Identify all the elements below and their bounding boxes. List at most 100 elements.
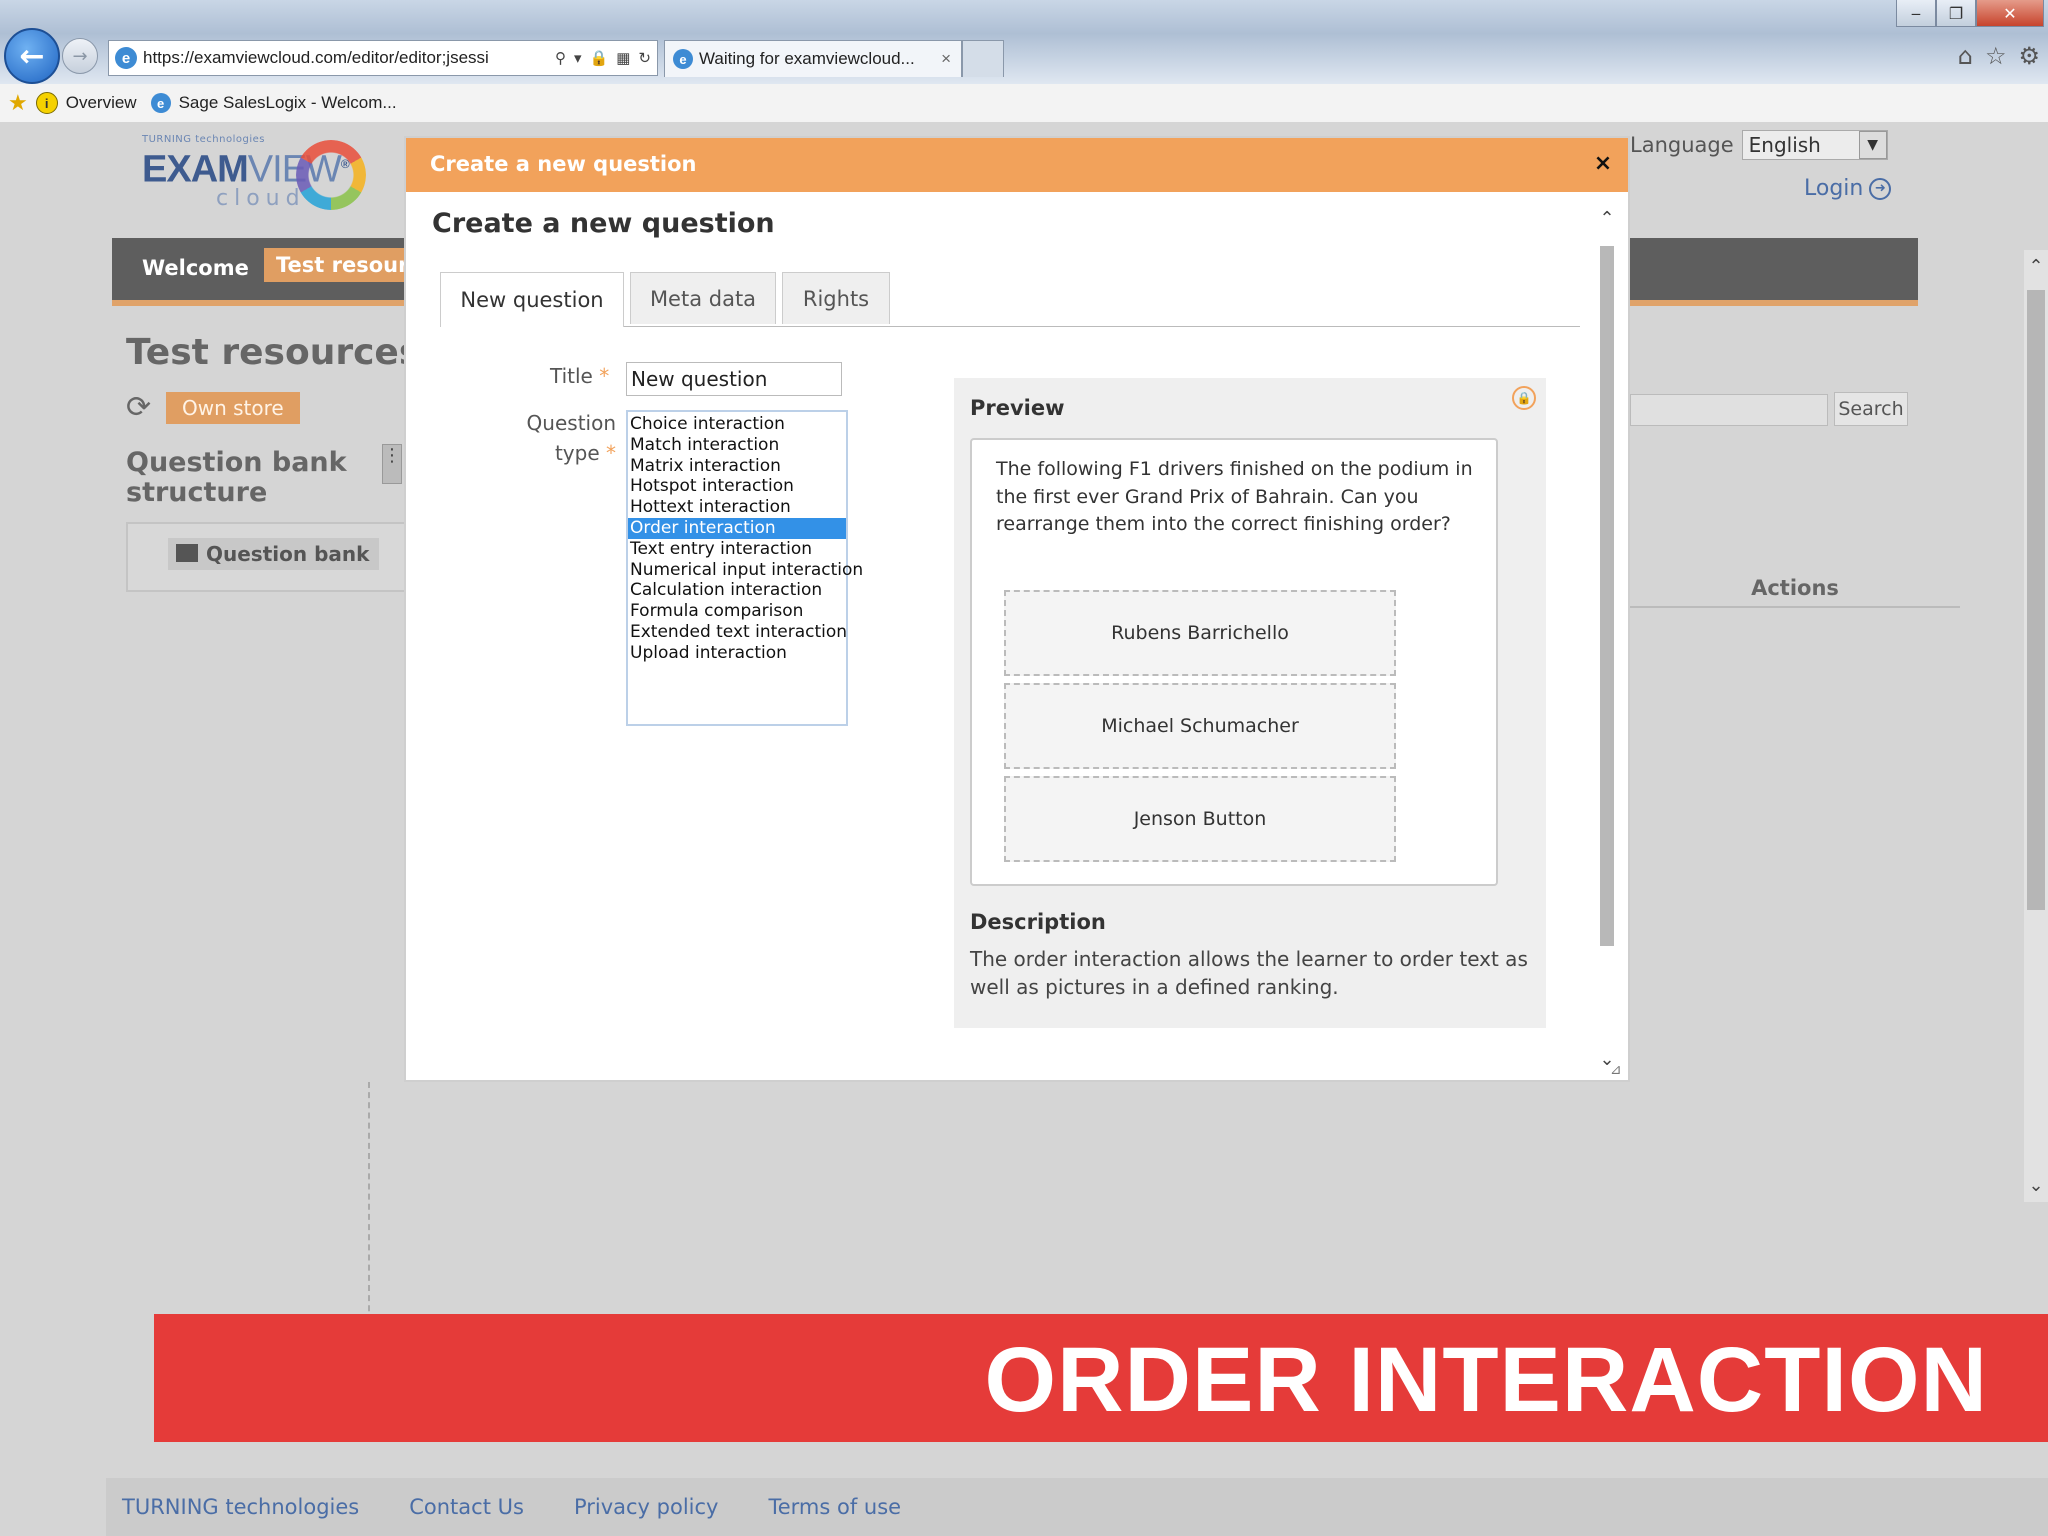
question-type-option[interactable]: Extended text interaction [628,622,847,643]
new-tab-button[interactable] [962,40,1004,77]
scrollbar-thumb[interactable] [2027,290,2045,910]
required-mark: * [599,364,610,388]
question-type-label-line2: type [554,441,600,465]
window-controls: ‒ ❐ ✕ [1896,0,2044,27]
scroll-up-icon[interactable]: ⌃ [2024,256,2048,277]
question-bank-title: Question bank structure [126,447,347,508]
dialog-heading: Create a new question [432,208,775,239]
order-item[interactable]: Michael Schumacher [1004,683,1396,769]
question-bank-tree: Question bank [126,522,430,592]
examview-logo: TURNING technologies EXAMVIEW® cloud [142,134,366,234]
question-type-option[interactable]: Formula comparison [628,601,846,622]
language-select[interactable]: English ▼ [1741,130,1888,160]
question-type-option[interactable]: Calculation interaction [628,580,846,601]
favorite-saleslogix[interactable]: e Sage SalesLogix - Welcom... [150,93,397,113]
question-type-option[interactable]: Order interaction [628,517,846,539]
search-icon[interactable]: ⚲ [555,49,566,67]
language-value: English [1748,133,1821,157]
scrollbar-thumb[interactable] [1600,246,1614,946]
tab-close-button[interactable]: × [931,49,961,69]
question-type-list[interactable]: Choice interaction Match interaction Matri… [626,410,863,726]
question-type-option[interactable]: Choice interaction [628,414,846,435]
question-type-option[interactable]: Match interaction [628,435,846,456]
lock-icon[interactable]: 🔒 [1512,386,1536,410]
close-window-button[interactable]: ✕ [1976,0,2044,27]
dialog-scrollbar[interactable]: ⌃ ⌄ [1596,208,1618,1070]
overview-icon: i [35,92,58,114]
logo-color-arc [296,140,366,210]
page-scrollbar[interactable]: ⌃ ⌄ [2024,250,2048,1202]
own-store-button[interactable]: Own store [166,392,300,424]
question-type-option[interactable]: Numerical input interaction [628,560,863,581]
login-label: Login [1804,176,1864,201]
language-selector: Language English ▼ [1630,130,1888,160]
tab-meta-data[interactable]: Meta data [630,272,776,324]
chevron-down-icon: ▼ [1858,131,1887,159]
dialog-tabs: New question Meta data Rights [440,272,1580,327]
footer: TURNING technologies Contact Us Privacy … [106,1478,2048,1536]
search-input[interactable] [1630,394,1828,426]
resize-grip-icon[interactable]: ⊿ [1610,1062,1626,1078]
login-link[interactable]: Login ➜ [1804,176,1892,201]
title-label-text: Title [550,364,593,388]
description-text: The order interaction allows the learner… [970,947,1528,999]
footer-link-contact[interactable]: Contact Us [409,1495,524,1519]
nav-welcome[interactable]: Welcome [142,256,249,280]
footer-link-terms[interactable]: Terms of use [768,1495,901,1519]
ie-page-icon: e [150,93,171,113]
tree-node-question-bank[interactable]: Question bank [168,538,380,570]
panel-handle[interactable]: ⋮ [382,444,402,484]
close-icon[interactable]: × [1588,148,1618,178]
chevron-up-icon[interactable]: ⌃ [1596,208,1618,229]
question-type-option[interactable]: Matrix interaction [628,456,846,477]
question-type-option[interactable]: Hotspot interaction [628,476,846,497]
dropdown-icon[interactable]: ▾ [574,49,582,67]
gear-icon[interactable]: ⚙ [2018,42,2040,70]
minimize-button[interactable]: ‒ [1896,0,1936,27]
order-item[interactable]: Rubens Barrichello [1004,590,1396,676]
compat-view-icon[interactable]: ▦ [616,49,630,67]
favorites-star-icon[interactable]: ☆ [1985,42,2007,70]
home-icon[interactable]: ⌂ [1958,42,1973,70]
question-type-label: Question type * [506,408,616,468]
url-text[interactable]: https://examviewcloud.com/editor/editor;… [143,48,555,68]
language-label: Language [1630,133,1734,157]
logo-word-bold: EXAM [142,148,249,191]
browser-tab[interactable]: e Waiting for examviewcloud... × [664,40,962,77]
question-type-label-line1: Question [526,411,616,435]
login-icon: ➜ [1869,177,1892,200]
address-tools: ⚲ ▾ 🔒 ▦ ↻ [555,49,657,67]
browser-chrome: ‒ ❐ ✕ ← → e https://examviewcloud.com/ed… [0,0,2048,84]
lock-icon[interactable]: 🔒 [590,49,609,67]
restore-button[interactable]: ❐ [1936,0,1976,27]
scroll-down-icon[interactable]: ⌄ [2024,1175,2048,1196]
back-button[interactable]: ← [4,28,60,84]
footer-link-turning[interactable]: TURNING technologies [122,1495,359,1519]
favorite-overview[interactable]: i Overview [35,92,137,114]
arrow-right-icon: → [72,45,88,67]
tab-rights[interactable]: Rights [782,272,890,324]
dialog-titlebar[interactable]: Create a new question × [406,138,1628,192]
address-bar[interactable]: e https://examviewcloud.com/editor/edito… [108,40,658,76]
forward-button[interactable]: → [62,38,98,74]
description-label: Description [970,910,1106,934]
question-type-option[interactable]: Text entry interaction [628,539,846,560]
tab-new-question[interactable]: New question [440,272,624,327]
ie-page-icon: e [115,47,137,69]
favorites-bar: ★ i Overview e Sage SalesLogix - Welcom.… [0,84,2048,123]
question-type-option[interactable]: Hottext interaction [628,497,846,518]
refresh-icon[interactable]: ⟳ [126,390,151,425]
arrow-left-icon: ← [19,38,45,74]
favorite-label: Overview [65,93,137,112]
title-field[interactable] [626,362,842,396]
question-type-option[interactable]: Upload interaction [628,643,846,664]
tab-title: Waiting for examviewcloud... [699,49,915,68]
order-item[interactable]: Jenson Button [1004,776,1396,862]
footer-link-privacy[interactable]: Privacy policy [574,1495,719,1519]
title-banner: ORDER INTERACTION [154,1314,2048,1442]
favorite-label: Sage SalesLogix - Welcom... [178,93,397,112]
search-button[interactable]: Search [1834,392,1908,426]
folder-icon [176,544,198,562]
refresh-icon[interactable]: ↻ [638,49,651,67]
favorites-add-icon[interactable]: ★ [8,90,28,116]
